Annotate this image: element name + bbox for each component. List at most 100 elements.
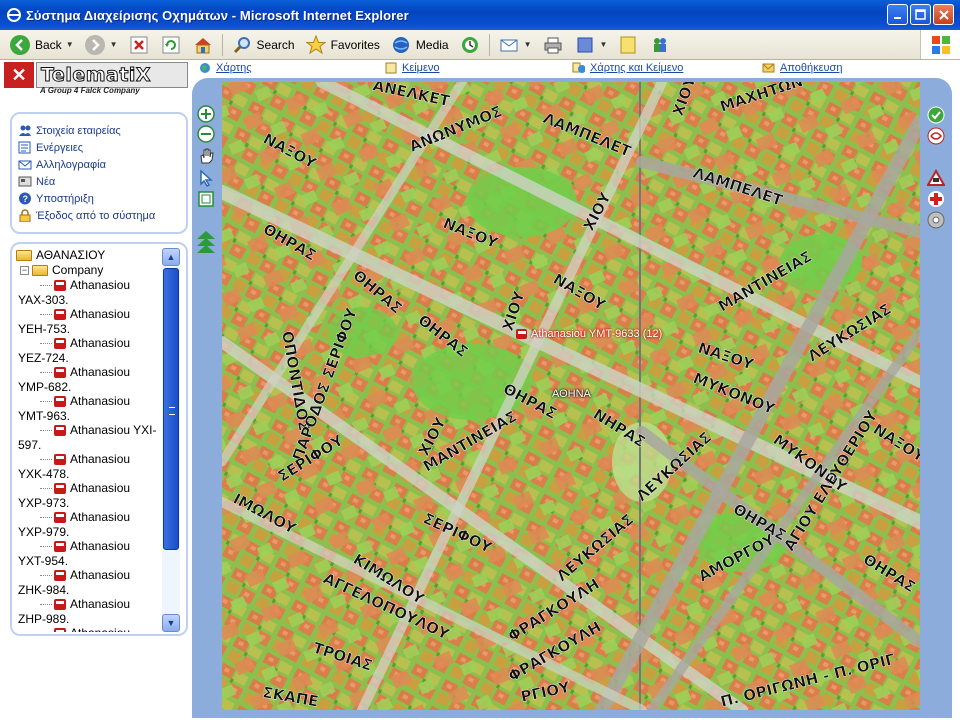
help-icon: ?	[18, 192, 32, 206]
search-button[interactable]: Search	[226, 32, 300, 58]
zoom-in-icon[interactable]	[197, 105, 215, 123]
menu-item-0[interactable]: Στοιχεία εταιρείας	[18, 122, 180, 139]
stop-button[interactable]	[123, 32, 155, 58]
home-button[interactable]	[187, 32, 219, 58]
tab-map-and-text[interactable]: Χάρτης και Κείμενο	[572, 61, 683, 74]
warning-icon[interactable]	[927, 169, 945, 187]
select-pointer-icon[interactable]	[197, 169, 215, 187]
bus-icon	[54, 511, 66, 523]
bus-icon	[54, 279, 66, 291]
vehicle-item[interactable]: Athanasiou	[16, 626, 164, 632]
mail-icon	[498, 34, 520, 56]
maximize-button[interactable]	[910, 4, 931, 25]
logo-name: TelematiX	[36, 62, 188, 88]
main-menu: Στοιχεία εταιρείας Ενέργειες Αλληλογραφία Ν…	[10, 112, 188, 234]
refresh-button[interactable]	[155, 32, 187, 58]
edit-button[interactable]: ▼	[569, 32, 613, 58]
favorites-button[interactable]: Favorites	[300, 32, 385, 58]
history-button[interactable]	[454, 32, 486, 58]
bus-icon	[54, 569, 66, 581]
pan-hand-icon[interactable]	[197, 147, 215, 165]
menu-item-2[interactable]: Αλληλογραφία	[18, 156, 180, 173]
menu-item-5[interactable]: Έξοδος από το σύστημα	[18, 207, 180, 224]
mail-icon	[18, 158, 32, 172]
view-tabs: Χάρτης Κείμενο Χάρτης και Κείμενο Αποθήκ…	[192, 60, 960, 78]
left-panel: ✕ TelematiX A Group 4 Falck Company Στοι…	[0, 60, 192, 720]
bus-icon	[516, 329, 527, 339]
zoom-scale-icon[interactable]	[196, 230, 216, 256]
bus-icon	[54, 337, 66, 349]
zoom-out-icon[interactable]	[197, 125, 215, 143]
tree-group-company[interactable]: − Company	[16, 263, 164, 278]
browser-toolbar: Back ▼ ▼ Search Favorites Media ▼ ▼	[0, 30, 960, 60]
tab-text[interactable]: Κείμενο	[384, 61, 440, 74]
chevron-down-icon[interactable]: ▼	[66, 40, 74, 49]
svg-text:?: ?	[23, 194, 29, 204]
media-icon	[390, 34, 412, 56]
vehicle-item[interactable]: Athanasiou YEZ-724.	[16, 336, 164, 365]
first-aid-icon[interactable]	[927, 190, 945, 208]
note-icon	[617, 34, 639, 56]
city-map[interactable]: ΑΝΕΛΚΕΤ ΛΑΜΠΕΛΕΤ ΧΙΟΥ ΜΑΧΗΤΩΝ ΝΑΞΟΥ ΑΝΩΝΥΜΟΣ Ν…	[222, 82, 920, 710]
discuss-button[interactable]	[612, 32, 644, 58]
ie-icon	[6, 7, 22, 23]
tab-save[interactable]: Αποθήκευση	[762, 61, 842, 74]
tab-map[interactable]: Χάρτης	[198, 61, 252, 74]
vehicle-item[interactable]: Athanasiou YXK-478.	[16, 452, 164, 481]
fit-extent-icon[interactable]	[197, 190, 215, 208]
scroll-thumb[interactable]	[163, 268, 179, 550]
news-icon	[18, 175, 32, 189]
folder-icon	[16, 250, 32, 261]
menu-item-1[interactable]: Ενέργειες	[18, 139, 180, 156]
document-icon	[384, 61, 397, 74]
lock-icon	[18, 209, 32, 223]
minimize-button[interactable]	[887, 4, 908, 25]
vehicle-item[interactable]: Athanasiou YEH-753.	[16, 307, 164, 336]
bus-icon	[54, 453, 66, 465]
vehicle-item[interactable]: Athanasiou YXI- 597.	[16, 423, 164, 452]
media-button[interactable]: Media	[385, 32, 454, 58]
messenger-button[interactable]	[644, 32, 676, 58]
tree-scrollbar[interactable]: ▲ ▼	[162, 248, 180, 632]
vehicle-item[interactable]: Athanasiou YMP-682.	[16, 365, 164, 394]
menu-item-3[interactable]: Νέα	[18, 173, 180, 190]
vehicle-marker[interactable]: Athanasiou YMT-9633 (12)	[516, 328, 662, 340]
back-button[interactable]: Back ▼	[4, 32, 79, 58]
refresh-icon	[160, 34, 182, 56]
collapse-icon[interactable]: −	[20, 266, 29, 275]
gps-icon[interactable]	[927, 211, 945, 229]
star-icon	[305, 34, 327, 56]
vehicle-item[interactable]: Athanasiou ZHP-989.	[16, 597, 164, 626]
refresh-vehicle-icon[interactable]	[927, 106, 945, 124]
actions-icon	[18, 141, 32, 155]
forward-button[interactable]: ▼	[79, 32, 123, 58]
vehicle-item[interactable]: Athanasiou YXT-954.	[16, 539, 164, 568]
mail-button[interactable]: ▼	[493, 32, 537, 58]
chevron-down-icon[interactable]: ▼	[524, 40, 532, 49]
printer-icon	[542, 34, 564, 56]
messenger-icon	[649, 34, 671, 56]
menu-item-4[interactable]: ? Υποστήριξη	[18, 190, 180, 207]
print-button[interactable]	[537, 32, 569, 58]
scroll-down-arrow[interactable]: ▼	[162, 614, 180, 632]
telematix-logo: ✕ TelematiX A Group 4 Falck Company	[4, 62, 190, 96]
bus-icon	[54, 395, 66, 407]
chevron-down-icon[interactable]: ▼	[110, 40, 118, 49]
tree-root[interactable]: ΑΘΑΝΑΣΙΟΥ	[16, 248, 164, 263]
vehicle-item[interactable]: Athanasiou YMT-963.	[16, 394, 164, 423]
scroll-up-arrow[interactable]: ▲	[162, 248, 180, 266]
vehicle-item[interactable]: Athanasiou ZHK-984.	[16, 568, 164, 597]
bus-icon	[54, 598, 66, 610]
edit-icon	[574, 34, 596, 56]
chevron-down-icon[interactable]: ▼	[600, 40, 608, 49]
bus-icon	[54, 424, 66, 436]
city-label: ΑΘΗΝΑ	[552, 388, 591, 400]
vehicle-item[interactable]: Athanasiou YXP-973.	[16, 481, 164, 510]
close-button[interactable]	[933, 4, 954, 25]
vehicle-item[interactable]: Athanasiou YXP-979.	[16, 510, 164, 539]
save-mail-icon	[762, 61, 775, 74]
vehicle-item[interactable]: Athanasiou YAX-303.	[16, 278, 164, 307]
stop-icon	[128, 34, 150, 56]
track-icon[interactable]	[927, 127, 945, 145]
logo-tagline: A Group 4 Falck Company	[40, 86, 140, 95]
